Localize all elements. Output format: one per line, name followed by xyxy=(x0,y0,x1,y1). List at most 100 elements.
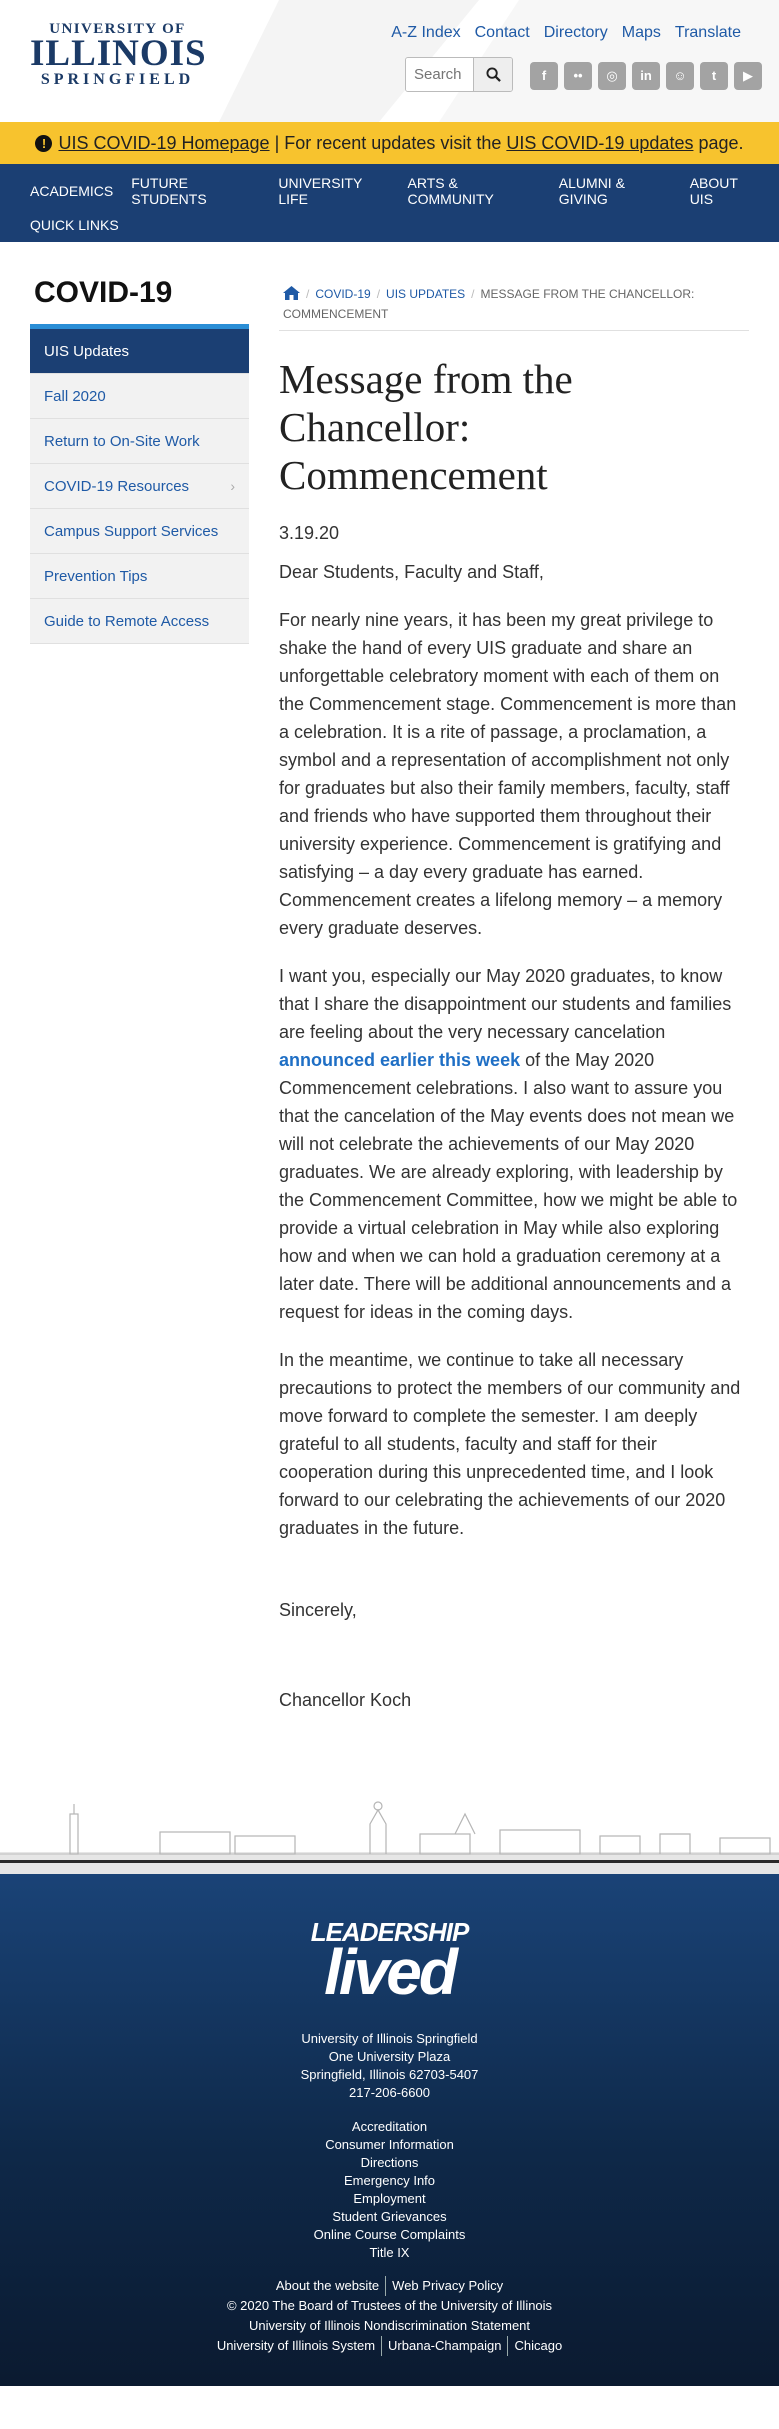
alert-link-homepage[interactable]: UIS COVID-19 Homepage xyxy=(58,133,269,153)
footer-link-about-website[interactable]: About the website xyxy=(276,2278,379,2293)
home-icon[interactable] xyxy=(283,286,300,301)
sidebar-item-label: UIS Updates xyxy=(44,342,130,360)
article-paragraph-3: In the meantime, we continue to take all… xyxy=(279,1350,741,1538)
util-link-az-index[interactable]: A-Z Index xyxy=(391,24,460,42)
sidebar-item-prevention-tips[interactable]: Prevention Tips xyxy=(30,554,249,599)
main-content: / COVID-19/UIS UPDATES / MESSAGE FROM THE C… xyxy=(279,242,749,1714)
footer-link-student-grievances[interactable]: Student Grievances xyxy=(332,2209,446,2224)
sidebar-item-return-to-onsite-work[interactable]: Return to On-Site Work xyxy=(30,419,249,464)
flickr-icon[interactable]: •• xyxy=(564,62,592,90)
util-link-directory[interactable]: Directory xyxy=(544,24,608,42)
breadcrumb: / COVID-19/UIS UPDATES / MESSAGE FROM THE C… xyxy=(279,284,749,331)
campus-skyline-illustration xyxy=(0,1774,779,1874)
footer-link-ui-system[interactable]: University of Illinois System xyxy=(217,2338,375,2353)
nav-quick-links[interactable]: QUICK LINKS xyxy=(30,217,119,233)
address-line: Springfield, Illinois 62703-5407 xyxy=(300,2067,479,2082)
paragraph-2-text-end: of the May 2020 Commencement celebration… xyxy=(279,1050,738,1322)
footer-link-consumer-info[interactable]: Consumer Information xyxy=(325,2137,454,2152)
footer-address: University of Illinois Springfield One U… xyxy=(0,2030,779,2102)
sidebar-item-fall-2020[interactable]: Fall 2020 xyxy=(30,374,249,419)
exclamation-icon: ! xyxy=(35,134,53,152)
sidebar: COVID-19 UIS Updates Fall 2020 Return to… xyxy=(30,276,249,644)
sidebar-item-uis-updates[interactable]: UIS Updates xyxy=(30,329,249,374)
nav-university-life[interactable]: UNIVERSITY LIFE xyxy=(278,175,389,207)
search-button[interactable] xyxy=(473,58,512,91)
sidebar-item-label: COVID-19 Resources xyxy=(44,477,190,495)
utility-nav: A-Z Index Contact Directory Maps Transla… xyxy=(391,24,741,42)
alert-link-updates[interactable]: UIS COVID-19 updates xyxy=(506,133,693,153)
util-link-maps[interactable]: Maps xyxy=(622,24,661,42)
footer-links: Accreditation Consumer Information Direc… xyxy=(0,2118,779,2262)
article-date: 3.19.20 xyxy=(279,523,340,543)
sidebar-item-label: Fall 2020 xyxy=(44,387,106,405)
nav-alumni-giving[interactable]: ALUMNI & GIVING xyxy=(559,175,672,207)
util-link-contact[interactable]: Contact xyxy=(475,24,530,42)
breadcrumb-separator: / xyxy=(306,287,310,301)
social-icons: f •• ◎ in ☺ t ▶ xyxy=(530,62,762,90)
article-paragraph-1: For nearly nine years, it has been my gr… xyxy=(279,610,737,938)
sidebar-item-label: Return to On-Site Work xyxy=(44,432,200,450)
logo-line-2: ILLINOIS xyxy=(30,33,207,74)
nav-about-uis[interactable]: ABOUT UIS xyxy=(690,175,761,207)
sidebar-title: COVID-19 xyxy=(34,276,173,309)
footer-link-accreditation[interactable]: Accreditation xyxy=(352,2119,427,2134)
snapchat-icon[interactable]: ☺ xyxy=(666,62,694,90)
youtube-icon[interactable]: ▶ xyxy=(734,62,762,90)
chevron-right-icon[interactable]: › xyxy=(230,478,235,494)
footer-link-directions[interactable]: Directions xyxy=(361,2155,419,2170)
footer-about-line: About the website Web Privacy Policy xyxy=(0,2276,779,2296)
copyright-text: © 2020 The Board of Trustees of the Univ… xyxy=(226,2298,553,2313)
footer-link-title-ix[interactable]: Title IX xyxy=(370,2245,410,2260)
search-input[interactable] xyxy=(406,58,473,91)
nav-future-students[interactable]: FUTURE STUDENTS xyxy=(131,175,260,207)
article-paragraph-2: I want you, especially our May 2020 grad… xyxy=(279,962,749,1326)
instagram-icon[interactable]: ◎ xyxy=(598,62,626,90)
footer-link-urbana-champaign[interactable]: Urbana-Champaign xyxy=(388,2338,501,2353)
covid-alert-bar: ! UIS COVID-19 Homepage | For recent upd… xyxy=(0,122,779,164)
alert-mid-text: | For recent updates visit the xyxy=(269,132,507,153)
article-signature: Chancellor Koch xyxy=(279,1690,412,1710)
site-header: UNIVERSITY OF ILLINOIS SPRINGFIELD A-Z I… xyxy=(0,0,779,122)
main-nav: ACADEMICS FUTURE STUDENTS UNIVERSITY LIF… xyxy=(0,164,779,242)
sidebar-item-label: Prevention Tips xyxy=(44,567,148,585)
linkedin-icon[interactable]: in xyxy=(632,62,660,90)
search-icon xyxy=(485,67,501,82)
announced-earlier-link[interactable]: announced earlier this week xyxy=(279,1050,520,1070)
sidebar-item-label: Guide to Remote Access xyxy=(44,612,210,630)
twitter-icon[interactable]: t xyxy=(700,62,728,90)
sidebar-item-covid-resources[interactable]: COVID-19 Resources › xyxy=(30,464,249,509)
facebook-icon[interactable]: f xyxy=(530,62,558,90)
address-line: One University Plaza xyxy=(328,2049,451,2064)
footer-link-emergency-info[interactable]: Emergency Info xyxy=(344,2173,435,2188)
main-nav-row-2: QUICK LINKS xyxy=(30,208,779,242)
uis-logo[interactable]: UNIVERSITY OF ILLINOIS SPRINGFIELD xyxy=(30,22,207,89)
skyline-drawing xyxy=(0,1801,779,1874)
footer-link-chicago[interactable]: Chicago xyxy=(514,2338,562,2353)
footer-link-nondiscrimination[interactable]: University of Illinois Nondiscrimination… xyxy=(249,2318,530,2333)
footer-system-line: University of Illinois System Urbana-Cham… xyxy=(0,2336,779,2356)
util-link-translate[interactable]: Translate xyxy=(675,24,741,42)
footer-link-online-complaints[interactable]: Online Course Complaints xyxy=(314,2227,466,2242)
sidebar-item-campus-support[interactable]: Campus Support Services xyxy=(30,509,249,554)
article-closing: Sincerely, xyxy=(279,1600,357,1620)
breadcrumb-separator: / xyxy=(471,287,475,301)
site-footer: LEADERSHIP lived University of Illinois … xyxy=(0,1874,779,2386)
alert-end-text: page. xyxy=(693,132,744,153)
sidebar-item-remote-access[interactable]: Guide to Remote Access xyxy=(30,599,249,644)
footer-logo-line-2: lived xyxy=(324,1936,458,2008)
nav-academics[interactable]: ACADEMICS xyxy=(30,183,113,199)
leadership-lived-logo: LEADERSHIP lived xyxy=(310,1919,470,2008)
nav-arts-community[interactable]: ARTS & COMMUNITY xyxy=(408,175,541,207)
paragraph-2-text-start: I want you, especially our May 2020 grad… xyxy=(279,966,732,1042)
breadcrumb-link-uis-updates[interactable]: UIS UPDATES xyxy=(386,287,465,301)
footer-bottom: About the website Web Privacy Policy © 20… xyxy=(0,2276,779,2356)
breadcrumb-link-covid19[interactable]: COVID-19 xyxy=(315,287,370,301)
search-box xyxy=(405,57,513,92)
footer-link-employment[interactable]: Employment xyxy=(353,2191,425,2206)
footer-link-privacy-policy[interactable]: Web Privacy Policy xyxy=(392,2278,503,2293)
page-title: Message from the Chancellor: Commencemen… xyxy=(279,356,573,498)
article-body: Dear Students, Faculty and Staff, For ne… xyxy=(279,558,749,1714)
breadcrumb-separator: / xyxy=(376,287,381,301)
article-greeting: Dear Students, Faculty and Staff, xyxy=(279,562,544,582)
logo-line-3: SPRINGFIELD xyxy=(40,71,195,88)
